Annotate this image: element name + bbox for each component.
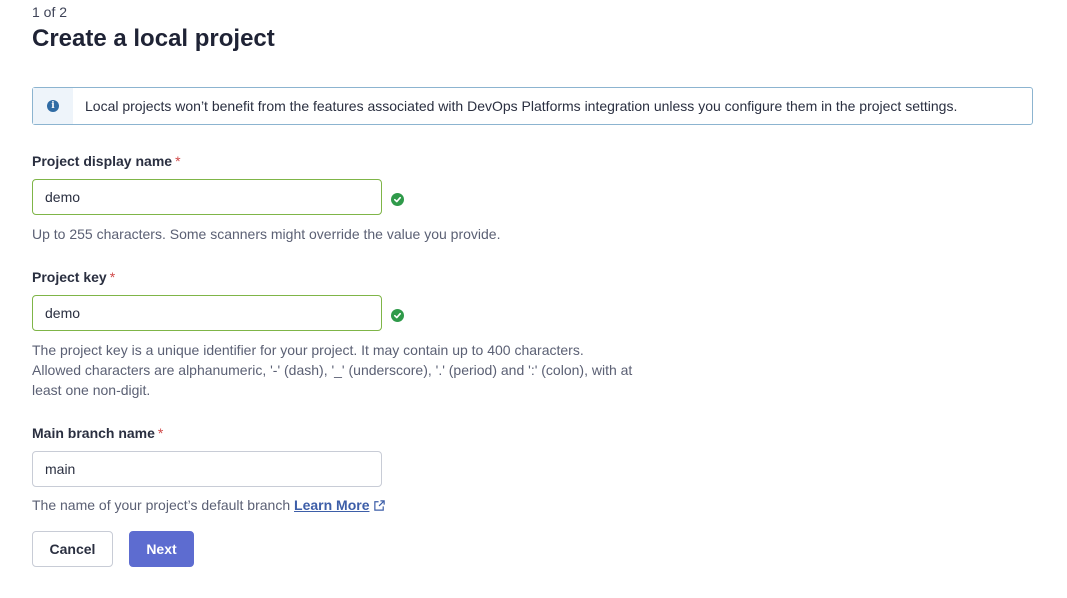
valid-check-icon bbox=[391, 309, 404, 322]
page-title: Create a local project bbox=[32, 25, 275, 52]
project-key-label: Project key * bbox=[32, 269, 115, 285]
valid-check-icon bbox=[391, 193, 404, 206]
display-name-label: Project display name * bbox=[32, 153, 181, 169]
display-name-input[interactable] bbox=[32, 179, 382, 215]
main-branch-label-text: Main branch name bbox=[32, 425, 155, 441]
banner-text: Local projects won’t benefit from the fe… bbox=[85, 98, 958, 114]
required-asterisk: * bbox=[157, 425, 164, 441]
project-key-label-text: Project key bbox=[32, 269, 107, 285]
info-banner: i Local projects won’t benefit from the … bbox=[32, 87, 1033, 125]
cancel-button[interactable]: Cancel bbox=[32, 531, 113, 567]
external-link-icon[interactable] bbox=[373, 497, 386, 517]
project-key-input[interactable] bbox=[32, 295, 382, 331]
main-branch-label: Main branch name * bbox=[32, 425, 163, 441]
info-icon: i bbox=[47, 100, 59, 112]
project-key-help-line: The project key is a unique identifier f… bbox=[32, 342, 584, 358]
main-branch-help-text: The name of your project’s default branc… bbox=[32, 497, 291, 513]
required-asterisk: * bbox=[109, 269, 116, 285]
banner-icon-box: i bbox=[33, 88, 73, 124]
display-name-label-text: Project display name bbox=[32, 153, 173, 169]
next-button[interactable]: Next bbox=[129, 531, 194, 567]
required-asterisk: * bbox=[175, 153, 181, 169]
project-key-help-line: least one non-digit. bbox=[32, 382, 151, 398]
project-key-help-line: Allowed characters are alphanumeric, '-'… bbox=[32, 362, 633, 378]
main-branch-help: The name of your project’s default branc… bbox=[32, 495, 386, 517]
display-name-help: Up to 255 characters. Some scanners migh… bbox=[32, 226, 501, 242]
learn-more-link[interactable]: Learn More bbox=[294, 497, 369, 513]
project-key-help: The project key is a unique identifier f… bbox=[32, 340, 632, 400]
step-indicator: 1 of 2 bbox=[32, 4, 68, 20]
main-branch-input[interactable] bbox=[32, 451, 382, 487]
